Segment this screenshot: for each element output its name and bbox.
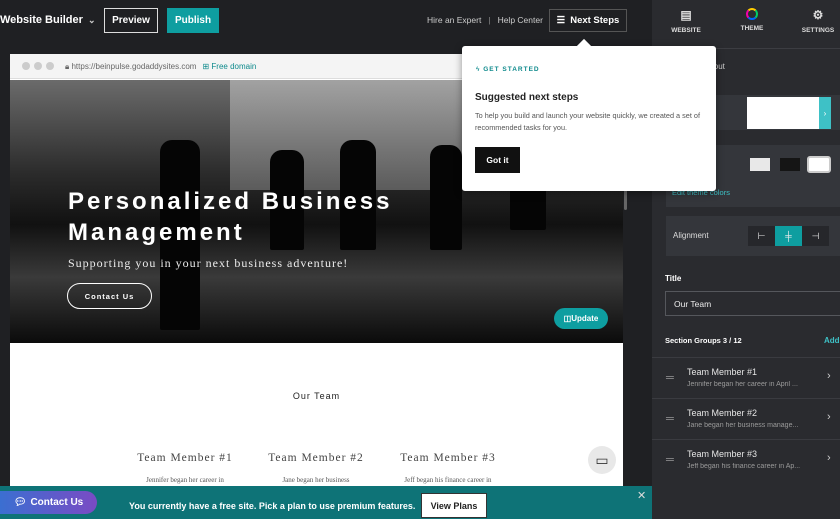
popover-body: To help you build and launch your websit… — [475, 111, 700, 132]
window-dot — [22, 62, 30, 70]
banner-message: You currently have a free site. Pick a p… — [129, 501, 416, 511]
member-name: Team Member #2 — [268, 452, 364, 464]
section-group-item[interactable]: ═ Team Member #3 Jeff began his finance ca… — [652, 439, 840, 480]
next-steps-popover: ϟ GET STARTED Suggested next steps To he… — [462, 38, 716, 191]
chevron-down-icon: ⌄ — [87, 15, 96, 25]
chevron-right-icon: › — [827, 370, 831, 382]
window-dot — [46, 62, 54, 70]
publish-button[interactable]: Publish — [167, 8, 219, 33]
title-label: Title — [665, 274, 682, 283]
update-label: Update — [571, 314, 599, 323]
member-name: Team Member #3 — [400, 452, 496, 464]
chat-icon: 💬︎ — [13, 497, 27, 508]
color-swatch-dark[interactable] — [780, 158, 800, 171]
hero-contact-button[interactable]: Contact Us — [67, 283, 152, 309]
window-dot — [34, 62, 42, 70]
color-wheel-icon — [746, 8, 758, 20]
url-bar: 🔒︎ https://beinpulse.godaddysites.com ⊞ F… — [65, 62, 256, 72]
member-desc: Jennifer began her career in — [146, 476, 224, 484]
hire-expert-link[interactable]: Hire an Expert — [427, 15, 481, 25]
tab-label: WEBSITE — [671, 27, 701, 34]
hero-silhouette — [430, 145, 462, 250]
eyebrow-label: GET STARTED — [483, 66, 540, 73]
contact-us-button[interactable]: 💬︎ Contact Us — [0, 491, 97, 514]
section-groups-label: Section Groups 3 / 12 — [665, 336, 742, 345]
got-it-button[interactable]: Got it — [475, 147, 520, 173]
separator: | — [488, 15, 491, 25]
alignment-control: Alignment ⊢ ╪ ⊣ — [666, 216, 840, 256]
checklist-icon: ☰ — [556, 15, 566, 26]
chevron-right-icon: › — [827, 452, 831, 464]
tab-settings[interactable]: ⚙ SETTINGS — [788, 8, 840, 34]
color-swatch-light[interactable] — [750, 158, 770, 171]
align-right-icon[interactable]: ⊣ — [802, 226, 829, 246]
chevron-right-icon[interactable]: › — [819, 97, 831, 129]
align-center-icon[interactable]: ╪ — [775, 226, 802, 246]
drag-handle-icon[interactable]: ═ — [666, 413, 674, 425]
preview-button[interactable]: Preview — [104, 8, 158, 33]
close-icon[interactable]: ✕ — [637, 489, 646, 502]
view-plans-button[interactable]: View Plans — [421, 493, 487, 518]
hero-title: Personalized Business Management — [68, 186, 392, 248]
tab-theme[interactable]: THEME — [722, 8, 782, 32]
hero-title-line: Personalized Business — [68, 188, 393, 215]
item-summary: Jennifer began her career in April ... — [687, 381, 798, 388]
top-bar: Website Builder ⌄ Preview Publish Hire an… — [0, 0, 652, 42]
add-button[interactable]: Add — [824, 336, 840, 345]
layout-thumbnail[interactable] — [747, 97, 819, 129]
color-swatch-white-selected[interactable] — [807, 156, 831, 173]
hero-title-line: Management — [68, 219, 245, 246]
popover-title: Suggested next steps — [475, 92, 579, 103]
item-title: Team Member #2 — [687, 408, 758, 418]
top-links: Hire an Expert | Help Center — [427, 15, 543, 25]
tab-label: SETTINGS — [801, 27, 835, 34]
chat-bubble-icon: ▭ — [595, 451, 609, 468]
image-icon: ◫ — [563, 314, 572, 323]
website-builder-menu[interactable]: Website Builder ⌄ — [0, 14, 95, 26]
popover-eyebrow: ϟ GET STARTED — [476, 66, 540, 73]
contact-us-label: Contact Us — [30, 497, 84, 508]
member-name: Team Member #1 — [137, 452, 233, 464]
chat-button[interactable]: ▭ — [588, 446, 616, 474]
chevron-right-icon: › — [827, 411, 831, 423]
next-steps-label: Next Steps — [570, 15, 620, 26]
item-title: Team Member #3 — [687, 449, 758, 459]
team-heading: Our Team — [292, 391, 341, 401]
align-left-icon[interactable]: ⊢ — [748, 226, 775, 246]
section-group-item[interactable]: ═ Team Member #1 Jennifer began her career… — [652, 357, 840, 398]
drag-handle-icon[interactable]: ═ — [666, 454, 674, 466]
help-center-link[interactable]: Help Center — [498, 15, 543, 25]
brand-label: Website Builder — [0, 14, 83, 26]
next-steps-button[interactable]: ☰ Next Steps — [549, 9, 627, 32]
free-domain-link[interactable]: ⊞ Free domain — [202, 62, 256, 71]
drag-handle-icon[interactable]: ═ — [666, 372, 674, 384]
section-group-item[interactable]: ═ Team Member #2 Jane began her business m… — [652, 398, 840, 439]
title-input[interactable] — [665, 291, 840, 316]
alignment-label: Alignment — [673, 231, 709, 240]
team-member-card: Team Member #2 Jane began her business — [256, 452, 376, 484]
url-text: https://beinpulse.godaddysites.com — [71, 62, 197, 71]
gear-icon: ⚙ — [812, 8, 824, 22]
browser-window-icon: ▤ — [680, 8, 692, 22]
team-member-card: Team Member #1 Jennifer began her career … — [125, 452, 245, 484]
free-domain-label: Free domain — [211, 62, 257, 71]
item-summary: Jane began her business manage... — [687, 422, 799, 429]
update-button[interactable]: ◫ Update — [554, 308, 608, 329]
hero-subtitle: Supporting you in your next business adv… — [68, 256, 349, 270]
team-member-card: Team Member #3 Jeff began his finance car… — [388, 452, 508, 484]
member-desc: Jane began her business — [282, 476, 350, 484]
item-title: Team Member #1 — [687, 367, 758, 377]
tab-website[interactable]: ▤ WEBSITE — [656, 8, 716, 34]
item-summary: Jeff began his finance career in Ap... — [687, 463, 801, 470]
tab-label: THEME — [740, 25, 764, 32]
member-desc: Jeff began his finance career in — [404, 476, 492, 484]
